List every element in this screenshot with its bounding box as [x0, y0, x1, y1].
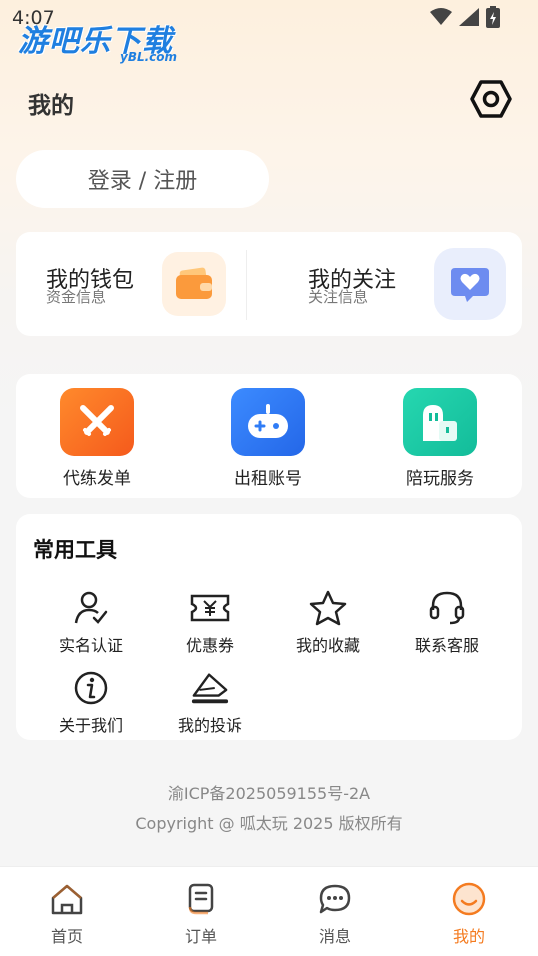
wallet-subtitle: 资金信息	[46, 288, 107, 306]
tool-complaint[interactable]: 我的投诉	[155, 668, 265, 735]
crossed-swords-icon	[60, 388, 134, 456]
footer-icp[interactable]: 渝ICP备2025059155号-2A	[0, 780, 538, 804]
tool-customer-service[interactable]: 联系客服	[392, 588, 502, 655]
star-icon	[308, 588, 348, 628]
service-boost-order[interactable]: 代练发单	[42, 388, 152, 489]
gamepad-icon	[231, 388, 305, 456]
tool-label: 我的收藏	[295, 636, 360, 655]
wifi-icon	[430, 8, 452, 25]
tab-orders[interactable]: 订单	[134, 867, 268, 956]
wallet-divider	[246, 250, 247, 320]
service-label: 代练发单	[63, 469, 131, 489]
follow-subtitle: 关注信息	[308, 288, 369, 306]
message-icon	[317, 881, 353, 917]
info-icon	[71, 668, 111, 708]
service-label: 陪玩服务	[406, 469, 474, 489]
wallet-card: 我的钱包 资金信息 我的关注 关注信息	[16, 232, 522, 336]
user-check-icon	[71, 588, 111, 628]
tool-label: 我的投诉	[177, 716, 242, 735]
tab-mine[interactable]: 我的	[402, 867, 536, 956]
headset-icon	[427, 588, 467, 628]
status-icons	[430, 6, 500, 28]
service-companion[interactable]: 陪玩服务	[385, 388, 495, 489]
tool-favorites[interactable]: 我的收藏	[273, 588, 383, 655]
login-register-button[interactable]: 登录 / 注册	[16, 150, 269, 208]
tool-real-name-auth[interactable]: 实名认证	[36, 588, 146, 655]
tool-label: 优惠券	[185, 636, 234, 655]
battery-icon	[486, 6, 500, 28]
settings-button[interactable]	[468, 76, 514, 122]
tool-coupon[interactable]: 优惠券	[155, 588, 265, 655]
footer-copyright: Copyright @ 呱太玩 2025 版权所有	[135, 814, 403, 833]
tab-home[interactable]: 首页	[0, 867, 134, 956]
tab-label: 我的	[452, 927, 485, 946]
tools-card: 常用工具 实名认证 优惠券 我的收藏 联系客服 关于我们 我的投诉	[16, 514, 522, 740]
tab-label: 订单	[184, 927, 217, 946]
tool-label: 联系客服	[414, 636, 479, 655]
home-icon	[49, 881, 85, 917]
tools-title: 常用工具	[33, 538, 117, 562]
tab-messages[interactable]: 消息	[268, 867, 402, 956]
smile-icon	[451, 881, 487, 917]
service-rent-account[interactable]: 出租账号	[213, 388, 323, 489]
tab-label: 消息	[318, 927, 351, 946]
wallet-icon	[162, 252, 226, 316]
settings-hex-icon	[470, 80, 512, 118]
service-label: 出租账号	[234, 469, 302, 489]
coupon-icon	[190, 588, 230, 628]
watermark-sub: yBL.com	[120, 50, 178, 64]
tool-label: 关于我们	[58, 716, 123, 735]
my-follow-entry[interactable]: 我的关注 关注信息	[278, 232, 522, 336]
bottom-tab-bar: 首页 订单 消息 我的	[0, 866, 538, 956]
my-wallet-entry[interactable]: 我的钱包 资金信息	[16, 232, 246, 336]
complaint-icon	[190, 668, 230, 708]
tool-label: 实名认证	[58, 636, 123, 655]
heart-chat-icon	[434, 248, 506, 320]
tool-about-us[interactable]: 关于我们	[36, 668, 146, 735]
order-icon	[183, 881, 219, 917]
tab-label: 首页	[50, 927, 83, 946]
signal-icon	[459, 8, 479, 26]
companion-icon	[403, 388, 477, 456]
page-title: 我的	[28, 93, 74, 119]
services-card: 代练发单 出租账号 陪玩服务	[16, 374, 522, 498]
